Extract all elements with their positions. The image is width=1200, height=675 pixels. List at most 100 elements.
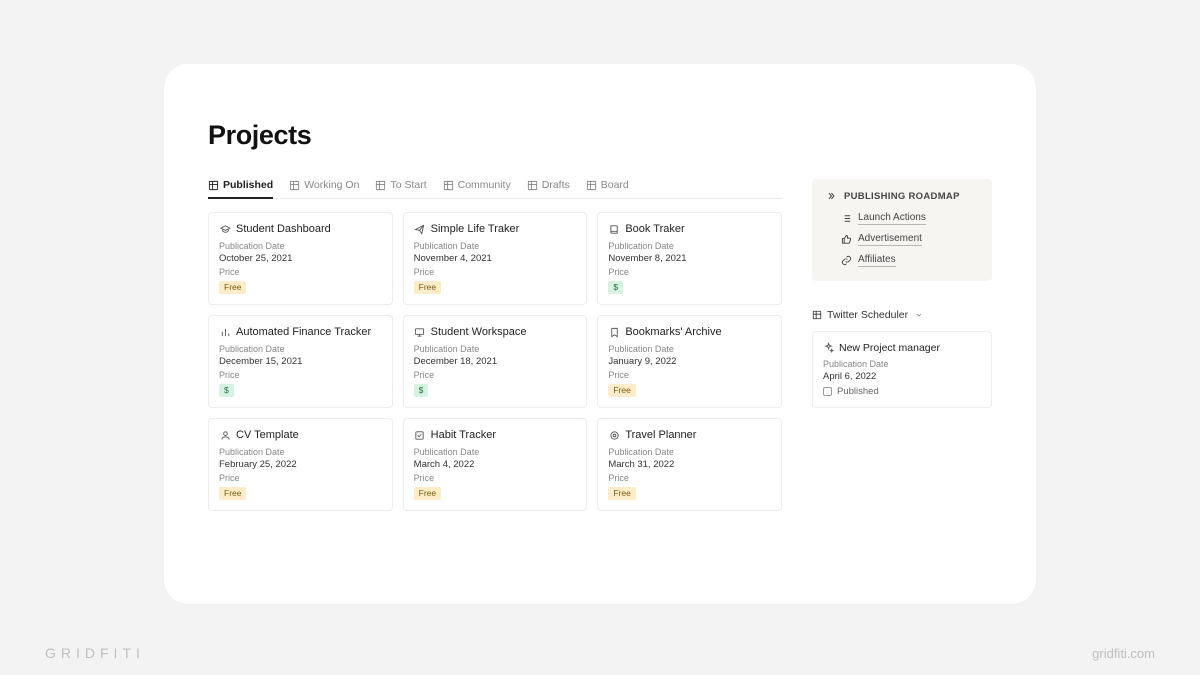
price-label: Price [414, 267, 577, 277]
app-window: Projects Published Working On To Start Comm… [164, 64, 1036, 604]
price-badge: Free [219, 281, 246, 294]
price-label: Price [608, 267, 771, 277]
tab-label: Published [223, 179, 273, 191]
grad-cap-icon [219, 224, 231, 235]
bars-icon [219, 327, 231, 338]
project-card[interactable]: Bookmarks' Archive Publication Date Janu… [597, 315, 782, 408]
project-card[interactable]: Habit Tracker Publication Date March 4, … [403, 418, 588, 511]
price-badge: Free [608, 487, 635, 500]
tab-label: Board [601, 179, 629, 191]
new-project-manager-card[interactable]: New Project manager Publication Date Apr… [812, 331, 992, 408]
table-icon [586, 179, 597, 190]
pubdate-label: Publication Date [608, 447, 771, 457]
price-badge: Free [414, 487, 441, 500]
price-badge: $ [219, 384, 234, 397]
tab-working-on[interactable]: Working On [289, 179, 359, 191]
card-title: CV Template [236, 429, 299, 441]
sparkle-icon [823, 342, 834, 353]
book-icon [608, 224, 620, 235]
pubdate-label: Publication Date [219, 241, 382, 251]
monitor-icon [414, 327, 426, 338]
tab-community[interactable]: Community [443, 179, 511, 191]
card-title: Book Traker [625, 223, 684, 235]
price-badge: Free [219, 487, 246, 500]
roadmap-item-launch-actions[interactable]: Launch Actions [826, 212, 978, 225]
project-card[interactable]: Student Workspace Publication Date Decem… [403, 315, 588, 408]
twitter-scheduler-label: Twitter Scheduler [827, 309, 908, 321]
price-label: Price [608, 370, 771, 380]
card-title: Travel Planner [625, 429, 696, 441]
pubdate-value: November 8, 2021 [608, 253, 771, 264]
page-title: Projects [208, 120, 992, 151]
tab-published[interactable]: Published [208, 179, 273, 191]
side-card-status-label: Published [837, 386, 879, 397]
card-title: Habit Tracker [431, 429, 496, 441]
roadmap-item-label: Launch Actions [858, 212, 926, 225]
pubdate-value: January 9, 2022 [608, 356, 771, 367]
price-badge: Free [414, 281, 441, 294]
twitter-scheduler-toggle[interactable]: Twitter Scheduler [812, 309, 992, 321]
pubdate-label: Publication Date [219, 447, 382, 457]
view-tabs: Published Working On To Start Community Draf… [208, 179, 782, 199]
pubdate-value: October 25, 2021 [219, 253, 382, 264]
project-card[interactable]: Student Dashboard Publication Date Octob… [208, 212, 393, 305]
person-icon [219, 430, 231, 441]
project-card[interactable]: CV Template Publication Date February 25… [208, 418, 393, 511]
card-title: Simple Life Traker [431, 223, 520, 235]
tab-label: Community [458, 179, 511, 191]
table-icon [289, 179, 300, 190]
card-title: Student Dashboard [236, 223, 331, 235]
pubdate-label: Publication Date [608, 241, 771, 251]
price-label: Price [414, 370, 577, 380]
roadmap-item-affiliates[interactable]: Affiliates [826, 254, 978, 267]
table-icon [208, 179, 219, 190]
price-label: Price [414, 473, 577, 483]
tab-to-start[interactable]: To Start [375, 179, 426, 191]
price-label: Price [608, 473, 771, 483]
tab-label: Working On [304, 179, 359, 191]
link-icon [840, 255, 852, 266]
project-cards-grid: Student Dashboard Publication Date Octob… [208, 212, 782, 511]
tab-drafts[interactable]: Drafts [527, 179, 570, 191]
card-title: Automated Finance Tracker [236, 326, 371, 338]
list-icon [840, 213, 852, 224]
project-card[interactable]: Automated Finance Tracker Publication Da… [208, 315, 393, 408]
watermark-right: gridfiti.com [1092, 646, 1155, 661]
price-badge: Free [608, 384, 635, 397]
left-column: Published Working On To Start Community Draf… [208, 179, 782, 511]
tab-board[interactable]: Board [586, 179, 629, 191]
pubdate-value: March 4, 2022 [414, 459, 577, 470]
roadmap-item-label: Advertisement [858, 233, 922, 246]
checkbox-icon[interactable] [823, 387, 832, 396]
price-badge: $ [414, 384, 429, 397]
project-card[interactable]: Travel Planner Publication Date March 31… [597, 418, 782, 511]
pubdate-label: Publication Date [219, 344, 382, 354]
roadmap-heading[interactable]: PUBLISHING ROADMAP [826, 191, 978, 202]
project-card[interactable]: Book Traker Publication Date November 8,… [597, 212, 782, 305]
card-title: Student Workspace [431, 326, 527, 338]
publishing-roadmap-box: PUBLISHING ROADMAP Launch Actions Adverti… [812, 179, 992, 281]
bookmark-icon [608, 327, 620, 338]
tab-label: To Start [390, 179, 426, 191]
watermark-left: GRIDFITI [45, 645, 145, 661]
pubdate-value: December 18, 2021 [414, 356, 577, 367]
price-label: Price [219, 370, 382, 380]
target-icon [608, 430, 620, 441]
pubdate-value: December 15, 2021 [219, 356, 382, 367]
table-icon [527, 179, 538, 190]
side-card-title: New Project manager [839, 342, 940, 354]
check-square-icon [414, 430, 426, 441]
price-label: Price [219, 267, 382, 277]
pubdate-value: November 4, 2021 [414, 253, 577, 264]
content-row: Published Working On To Start Community Draf… [208, 179, 992, 511]
thumbs-up-icon [840, 234, 852, 245]
price-label: Price [219, 473, 382, 483]
right-column: PUBLISHING ROADMAP Launch Actions Adverti… [812, 179, 992, 408]
roadmap-item-label: Affiliates [858, 254, 896, 267]
side-card-pubdate-label: Publication Date [823, 359, 981, 369]
side-card-pubdate-value: April 6, 2022 [823, 371, 981, 382]
project-card[interactable]: Simple Life Traker Publication Date Nove… [403, 212, 588, 305]
roadmap-item-advertisement[interactable]: Advertisement [826, 233, 978, 246]
paper-plane-icon [414, 224, 426, 235]
price-badge: $ [608, 281, 623, 294]
